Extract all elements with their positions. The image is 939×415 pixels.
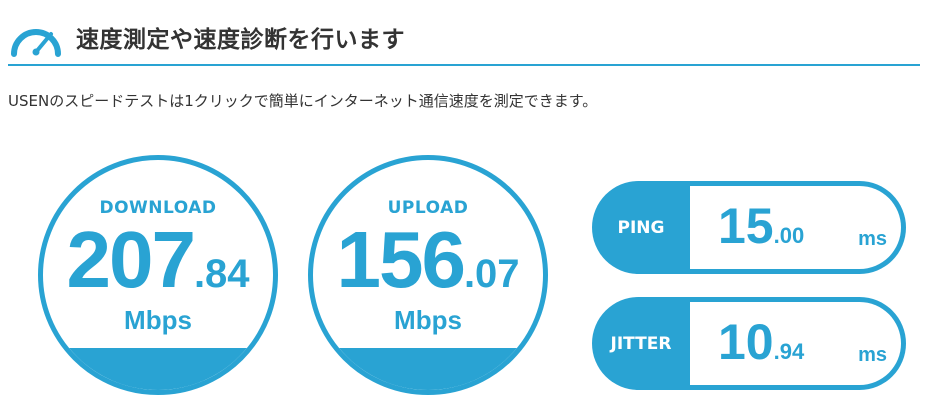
jitter-label: JITTER	[610, 333, 672, 354]
jitter-value: 10.94	[718, 314, 804, 370]
jitter-value-dec: .94	[773, 339, 805, 364]
download-value: 207.84	[43, 220, 273, 300]
jitter-value-int: 10	[718, 314, 774, 370]
upload-value-dec: .07	[463, 252, 520, 296]
ping-value: 15.00	[718, 198, 804, 254]
upload-gauge-fill	[313, 348, 543, 390]
ping-value-dec: .00	[773, 223, 805, 248]
header-divider	[8, 64, 920, 66]
ping-unit: ms	[858, 228, 887, 250]
upload-value: 156.07	[313, 220, 543, 300]
page-header: 速度測定や速度診断を行います	[0, 0, 939, 70]
download-value-int: 207	[66, 215, 195, 304]
speedometer-icon	[11, 29, 61, 57]
ping-value-int: 15	[718, 198, 774, 254]
ping-result: PING 15.00 ms	[592, 181, 906, 274]
jitter-unit: ms	[858, 344, 887, 366]
jitter-value-box: 10.94 ms	[690, 302, 901, 385]
upload-value-int: 156	[336, 215, 465, 304]
ping-value-box: 15.00 ms	[690, 186, 901, 269]
description-text: USENのスピードテストは1クリックで簡単にインターネット通信速度を測定できます…	[8, 92, 598, 110]
download-value-dec: .84	[193, 252, 250, 296]
upload-gauge: UPLOAD 156.07 Mbps	[308, 155, 548, 395]
download-gauge-fill	[43, 348, 273, 390]
upload-unit: Mbps	[394, 305, 462, 335]
jitter-result: JITTER 10.94 ms	[592, 297, 906, 390]
download-gauge: DOWNLOAD 207.84 Mbps	[38, 155, 278, 395]
ping-label: PING	[617, 217, 665, 238]
page-title: 速度測定や速度診断を行います	[76, 27, 405, 53]
download-unit: Mbps	[124, 305, 192, 335]
